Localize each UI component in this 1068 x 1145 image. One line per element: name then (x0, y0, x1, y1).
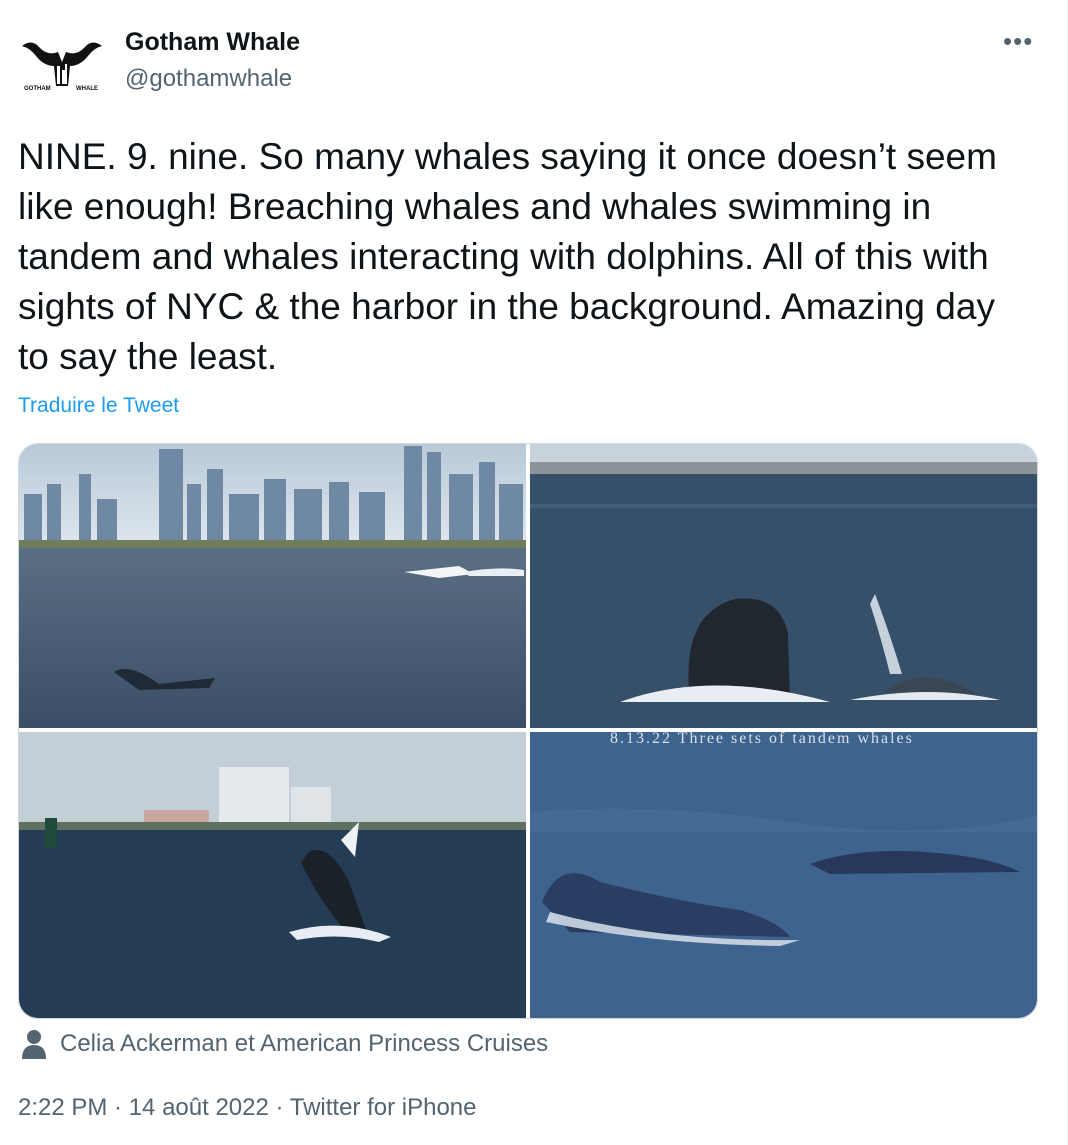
media-grid: 8.13.22 Three sets of tandem whales (18, 443, 1038, 1019)
translate-tweet-link[interactable]: Traduire le Tweet (18, 394, 179, 418)
author-handle[interactable]: @gothamwhale (125, 65, 292, 93)
author-display-name[interactable]: Gotham Whale (125, 28, 300, 57)
tagged-users-text: Celia Ackerman et American Princess Crui… (60, 1030, 549, 1057)
more-dots-icon[interactable]: ••• (1003, 26, 1033, 57)
person-icon (22, 1030, 46, 1059)
avatar-text-right: WHALE (76, 86, 98, 92)
tweet-metadata[interactable]: 2:22 PM · 14 août 2022 · Twitter for iPh… (18, 1094, 476, 1122)
whale-breaching-photo[interactable] (19, 732, 526, 1018)
gotham-whale-logo-icon: GOTHAM WHALE (22, 27, 102, 101)
whale-lunge-feeding-photo[interactable] (530, 444, 1037, 728)
photo-caption-overlay: 8.13.22 Three sets of tandem whales (610, 732, 914, 747)
tagged-users[interactable]: Celia Ackerman et American Princess Crui… (22, 1028, 548, 1060)
avatar-text-left: GOTHAM (24, 86, 51, 92)
tweet-text: NINE. 9. nine. So many whales saying it … (18, 136, 997, 377)
avatar[interactable]: GOTHAM WHALE (18, 26, 106, 102)
tandem-whales-photo[interactable]: 8.13.22 Three sets of tandem whales (530, 732, 1037, 1018)
whale-tail-skyline-photo[interactable] (19, 444, 526, 728)
